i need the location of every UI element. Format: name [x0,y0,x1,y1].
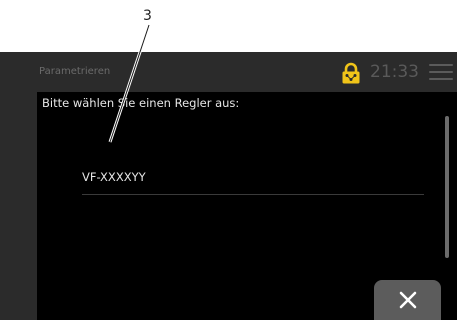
hamburger-menu-icon[interactable] [429,64,453,80]
main-screen: Bitte wählen Sie einen Regler aus: VF-XX… [37,92,457,320]
scrollbar-thumb[interactable] [445,116,449,258]
header-bar: Parametrieren 21:33 [0,52,457,90]
close-button[interactable] [374,280,441,320]
lock-icon [342,62,360,84]
close-icon [399,291,416,309]
device-panel: Parametrieren 21:33 Bitte wählen Sie ein… [0,52,457,320]
selection-prompt: Bitte wählen Sie einen Regler aus: [42,96,240,110]
controller-list-item[interactable]: VF-XXXXYY [82,165,424,195]
controller-label: VF-XXXXYY [82,170,146,184]
scrollbar[interactable] [445,116,450,286]
clock-time: 21:33 [370,62,419,82]
callout-number: 3 [143,8,152,24]
page-title: Parametrieren [39,66,111,77]
